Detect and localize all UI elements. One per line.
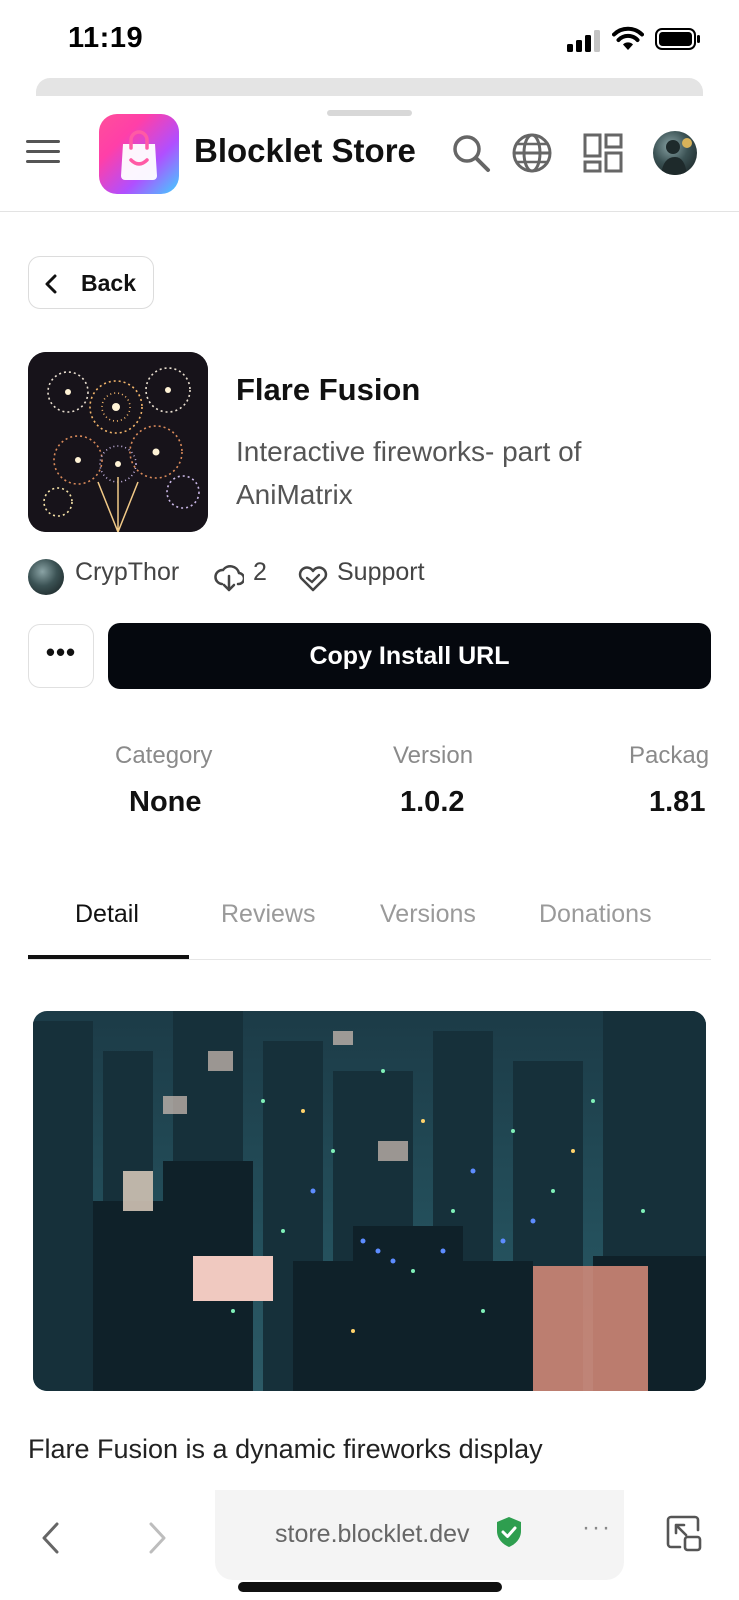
stat-label-version: Version: [393, 742, 474, 769]
download-count: 2: [253, 558, 267, 586]
app-description: Interactive fireworks- part of AniMatrix: [236, 436, 582, 510]
detail-tabs: Detail Reviews Versions Donations: [28, 878, 711, 960]
menu-icon[interactable]: [26, 138, 60, 164]
browser-forward-icon[interactable]: [136, 1518, 176, 1558]
back-button[interactable]: Back: [28, 256, 154, 309]
stat-value-package: 1.81: [649, 786, 706, 818]
cellular-signal-icon: [567, 30, 600, 52]
fireworks-thumbnail-image: [28, 352, 208, 532]
status-time: 11:19: [68, 22, 144, 54]
browser-back-icon[interactable]: [32, 1518, 72, 1558]
stat-label-category: Category: [115, 742, 213, 769]
user-avatar[interactable]: [653, 131, 697, 175]
brand-name[interactable]: Blocklet Store: [194, 132, 416, 170]
search-icon[interactable]: [450, 132, 492, 174]
shopping-bag-icon: [121, 130, 157, 180]
url-text: store.blocklet.dev: [275, 1520, 470, 1548]
stat-value-category: None: [129, 786, 202, 818]
wifi-icon: [612, 26, 644, 50]
screenshot-image[interactable]: [33, 1011, 706, 1391]
tab-versions[interactable]: Versions: [380, 900, 476, 929]
battery-icon: [655, 28, 700, 50]
home-indicator[interactable]: [238, 1582, 502, 1592]
browser-sheet-edge: [36, 78, 703, 96]
city-fireworks-image: [33, 1011, 706, 1391]
cloud-download-icon: [214, 565, 244, 592]
globe-icon[interactable]: [511, 132, 553, 174]
app-thumbnail: [28, 352, 208, 532]
chevron-left-icon: [45, 274, 57, 294]
browser-toolbar: store.blocklet.dev ···: [0, 1490, 739, 1600]
address-bar[interactable]: store.blocklet.dev: [215, 1490, 624, 1580]
apps-grid-icon[interactable]: [582, 132, 624, 174]
author-avatar[interactable]: [28, 559, 64, 595]
tab-detail[interactable]: Detail: [75, 900, 139, 929]
heart-handshake-icon: [298, 566, 328, 592]
active-tab-indicator: [28, 955, 189, 959]
status-bar: 11:19: [0, 0, 739, 80]
more-dots-icon: •••: [45, 637, 77, 667]
app-title: Flare Fusion: [236, 372, 421, 407]
author-name[interactable]: CrypThor: [75, 558, 179, 594]
avatar-figure-icon: [661, 138, 692, 175]
tab-reviews[interactable]: Reviews: [221, 900, 315, 929]
copy-install-url-button[interactable]: Copy Install URL: [108, 623, 711, 689]
tab-donations[interactable]: Donations: [539, 900, 652, 929]
browser-more-icon[interactable]: ···: [582, 1514, 612, 1542]
stat-value-version: 1.0.2: [400, 786, 465, 818]
back-label: Back: [81, 270, 136, 296]
picture-in-picture-icon[interactable]: [664, 1514, 704, 1554]
support-link[interactable]: Support: [337, 558, 425, 594]
secure-shield-icon: [497, 1517, 521, 1547]
stat-label-package: Packag: [629, 742, 710, 769]
detail-intro-text: Flare Fusion is a dynamic fireworks disp…: [28, 1434, 543, 1464]
blocklet-store-logo[interactable]: [99, 114, 179, 194]
more-actions-button[interactable]: •••: [28, 624, 94, 688]
app-header: Blocklet Store: [0, 112, 739, 212]
